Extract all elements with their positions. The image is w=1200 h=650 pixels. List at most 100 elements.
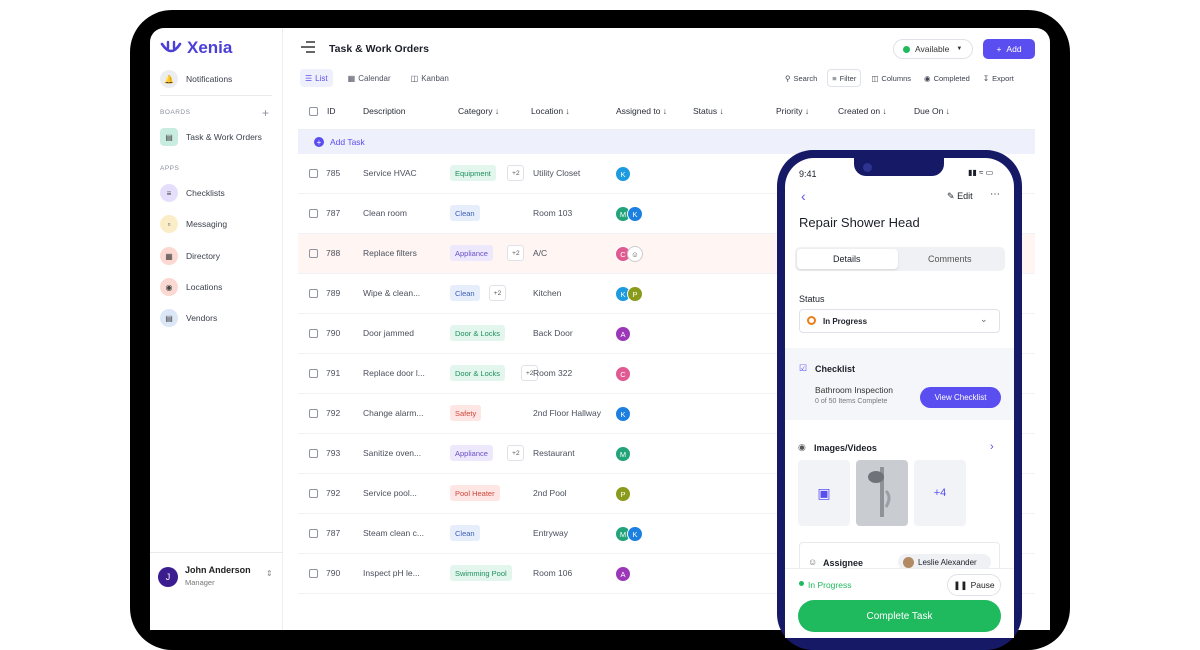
user-profile[interactable]: J John Anderson Manager ⇕ xyxy=(150,552,283,630)
task-description[interactable]: Door jammed xyxy=(363,328,414,338)
task-description[interactable]: Replace filters xyxy=(363,248,417,258)
row-checkbox[interactable] xyxy=(309,329,318,338)
more-categories-badge[interactable]: +2 xyxy=(507,165,525,181)
sidebar-item-locations[interactable]: ◉ Locations xyxy=(160,278,222,296)
row-checkbox[interactable] xyxy=(309,489,318,498)
chevron-right-icon[interactable]: › xyxy=(990,441,994,453)
columns-button[interactable]: ◫ Columns xyxy=(868,69,914,87)
row-checkbox[interactable] xyxy=(309,569,318,578)
tab-list[interactable]: ☰ List xyxy=(300,69,333,87)
task-location: 2nd Floor Hallway xyxy=(533,408,602,418)
filter-button[interactable]: ≡ Filter xyxy=(827,69,862,87)
sidebar-item-directory[interactable]: ▦ Directory xyxy=(160,247,220,265)
sidebar-item-checklists[interactable]: ≡ Checklists xyxy=(160,184,225,202)
back-arrow-icon[interactable]: ‹ xyxy=(801,188,806,204)
column-label: Assigned to xyxy=(616,106,661,116)
pause-button[interactable]: ❚❚ Pause xyxy=(947,574,1001,596)
assignee-avatars[interactable]: P xyxy=(615,486,631,502)
assignee-avatars[interactable]: C ☺ xyxy=(615,246,643,262)
column-header-assigned-to[interactable]: Assigned to ↓ xyxy=(616,106,667,116)
task-description[interactable]: Replace door l... xyxy=(363,368,425,378)
tab-kanban[interactable]: ◫ Kanban xyxy=(406,69,454,87)
sidebar-item-label: Vendors xyxy=(186,313,218,323)
camera-dot xyxy=(863,163,872,172)
row-checkbox[interactable] xyxy=(309,169,318,178)
task-description[interactable]: Steam clean c... xyxy=(363,528,424,538)
row-checkbox[interactable] xyxy=(309,369,318,378)
column-header-priority[interactable]: Priority ↓ xyxy=(776,106,809,116)
sidebar-item-vendors[interactable]: ▤ Vendors xyxy=(160,309,217,327)
task-description[interactable]: Sanitize oven... xyxy=(363,448,421,458)
assignee-avatars[interactable]: K xyxy=(615,166,631,182)
assignee-avatars[interactable]: KP xyxy=(615,286,643,302)
row-checkbox[interactable] xyxy=(309,409,318,418)
sidebar-item-messaging[interactable]: ▫ Messaging xyxy=(160,215,227,233)
task-id: 787 xyxy=(326,208,341,218)
add-user-icon[interactable]: ☺ xyxy=(627,246,643,262)
view-checklist-button[interactable]: View Checklist xyxy=(920,387,1001,408)
footer-status: In Progress xyxy=(808,580,852,590)
task-description[interactable]: Clean room xyxy=(363,208,407,218)
complete-task-button[interactable]: Complete Task xyxy=(798,600,1001,632)
assignee-avatars[interactable]: K xyxy=(615,406,631,422)
more-categories-badge[interactable]: +2 xyxy=(489,285,506,301)
task-description[interactable]: Wipe & clean... xyxy=(363,288,420,298)
category-tag: Safety xyxy=(450,405,482,421)
column-label: Created on xyxy=(838,106,881,116)
column-header-id[interactable]: ID xyxy=(327,106,336,116)
menu-collapse-icon[interactable] xyxy=(300,40,316,54)
column-header-due-on[interactable]: Due On ↓ xyxy=(914,106,950,116)
app-logo[interactable]: Xenia xyxy=(160,38,232,58)
add-board-icon[interactable]: + xyxy=(262,106,269,120)
more-categories-badge[interactable]: +2 xyxy=(507,245,525,261)
completed-toggle[interactable]: ◉ Completed xyxy=(921,69,973,87)
column-header-status[interactable]: Status ↓ xyxy=(693,106,724,116)
task-location: Entryway xyxy=(533,528,568,538)
assignee-avatars[interactable]: C xyxy=(615,366,631,382)
row-checkbox[interactable] xyxy=(309,289,318,298)
sort-arrow-icon: ↓ xyxy=(719,106,724,116)
add-button[interactable]: + Add xyxy=(983,39,1035,59)
tab-comments[interactable]: Comments xyxy=(928,254,972,264)
task-description[interactable]: Service pool... xyxy=(363,488,417,498)
row-checkbox[interactable] xyxy=(309,529,318,538)
sidebar-item-task-work-orders[interactable]: ▤ Task & Work Orders xyxy=(160,128,262,146)
task-description[interactable]: Change alarm... xyxy=(363,408,423,418)
availability-dropdown[interactable]: Available ▼ xyxy=(893,39,973,59)
assignee-avatars[interactable]: A xyxy=(615,566,631,582)
sidebar-item-notifications[interactable]: 🔔 Notifications xyxy=(160,70,232,88)
shower-image[interactable] xyxy=(856,460,908,526)
assignee-avatars[interactable]: MK xyxy=(615,526,643,542)
row-checkbox[interactable] xyxy=(309,449,318,458)
caret-down-icon: ▼ xyxy=(956,46,963,52)
tab-calendar[interactable]: ▦ Calendar xyxy=(343,69,396,87)
contact-card-icon: ▦ xyxy=(160,247,178,265)
apps-header: APPS xyxy=(160,165,180,172)
assignee-avatars[interactable]: MK xyxy=(615,206,643,222)
assignee-avatars[interactable]: A xyxy=(615,326,631,342)
tab-details[interactable]: Details xyxy=(833,254,861,264)
add-photo-button[interactable]: ▣ xyxy=(798,460,850,526)
more-options-icon[interactable]: ⋯ xyxy=(990,189,1000,200)
edit-button[interactable]: ✎ Edit xyxy=(947,191,973,202)
pause-label: Pause xyxy=(970,580,995,590)
row-checkbox[interactable] xyxy=(309,249,318,258)
select-all-checkbox[interactable] xyxy=(309,107,318,116)
sort-arrow-icon: ↓ xyxy=(662,106,668,116)
assignee-avatars[interactable]: M xyxy=(615,446,631,462)
column-header-description[interactable]: Description xyxy=(363,106,406,116)
row-checkbox[interactable] xyxy=(309,209,318,218)
sort-arrow-icon: ↓ xyxy=(945,106,950,116)
column-header-created-on[interactable]: Created on ↓ xyxy=(838,106,887,116)
column-header-category[interactable]: Category ↓ xyxy=(458,106,499,116)
task-description[interactable]: Inspect pH le... xyxy=(363,568,420,578)
chevron-up-down-icon[interactable]: ⇕ xyxy=(266,569,273,578)
column-header-location[interactable]: Location ↓ xyxy=(531,106,570,116)
search-button[interactable]: ⚲ Search xyxy=(782,69,820,87)
export-button[interactable]: ↧ Export xyxy=(980,69,1017,87)
availability-label: Available xyxy=(915,44,950,54)
more-categories-badge[interactable]: +2 xyxy=(507,445,525,461)
more-images-tile[interactable]: +4 xyxy=(914,460,966,526)
task-description[interactable]: Service HVAC xyxy=(363,168,417,178)
task-location: Room 103 xyxy=(533,208,573,218)
